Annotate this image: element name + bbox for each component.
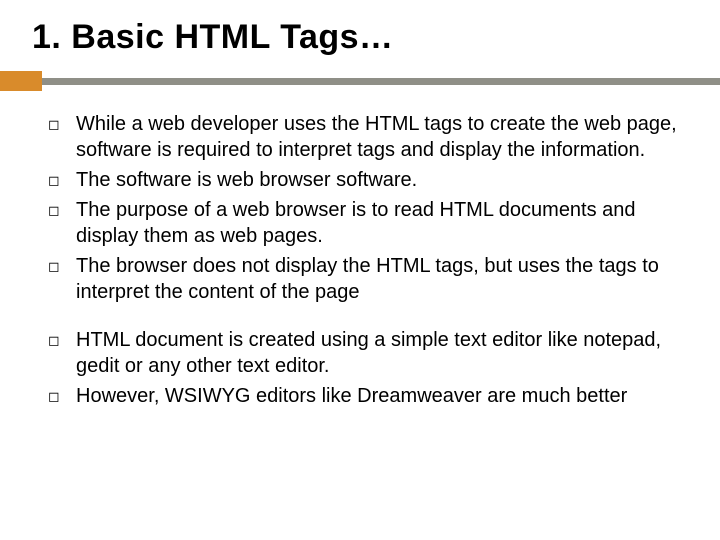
accent-bar (0, 71, 720, 91)
bullet-text: However, WSIWYG editors like Dreamweaver… (76, 383, 682, 409)
bullet-icon: ◻ (48, 197, 76, 223)
bullet-group: ◻ While a web developer uses the HTML ta… (48, 111, 682, 305)
bullet-icon: ◻ (48, 383, 76, 409)
bullet-icon: ◻ (48, 167, 76, 193)
list-item: ◻ The software is web browser software. (48, 167, 682, 193)
list-item: ◻ While a web developer uses the HTML ta… (48, 111, 682, 163)
list-item: ◻ However, WSIWYG editors like Dreamweav… (48, 383, 682, 409)
list-item: ◻ HTML document is created using a simpl… (48, 327, 682, 379)
slide: 1. Basic HTML Tags… ◻ While a web develo… (0, 0, 720, 409)
bullet-group: ◻ HTML document is created using a simpl… (48, 327, 682, 409)
accent-orange-block (0, 71, 42, 91)
bullet-text: While a web developer uses the HTML tags… (76, 111, 682, 163)
bullet-text: The software is web browser software. (76, 167, 682, 193)
bullet-icon: ◻ (48, 327, 76, 353)
bullet-text: The purpose of a web browser is to read … (76, 197, 682, 249)
slide-content: ◻ While a web developer uses the HTML ta… (28, 111, 692, 409)
bullet-icon: ◻ (48, 111, 76, 137)
slide-title: 1. Basic HTML Tags… (28, 18, 692, 57)
list-item: ◻ The purpose of a web browser is to rea… (48, 197, 682, 249)
bullet-icon: ◻ (48, 253, 76, 279)
bullet-text: HTML document is created using a simple … (76, 327, 682, 379)
accent-gray-stripe (0, 78, 720, 85)
list-item: ◻ The browser does not display the HTML … (48, 253, 682, 305)
bullet-text: The browser does not display the HTML ta… (76, 253, 682, 305)
